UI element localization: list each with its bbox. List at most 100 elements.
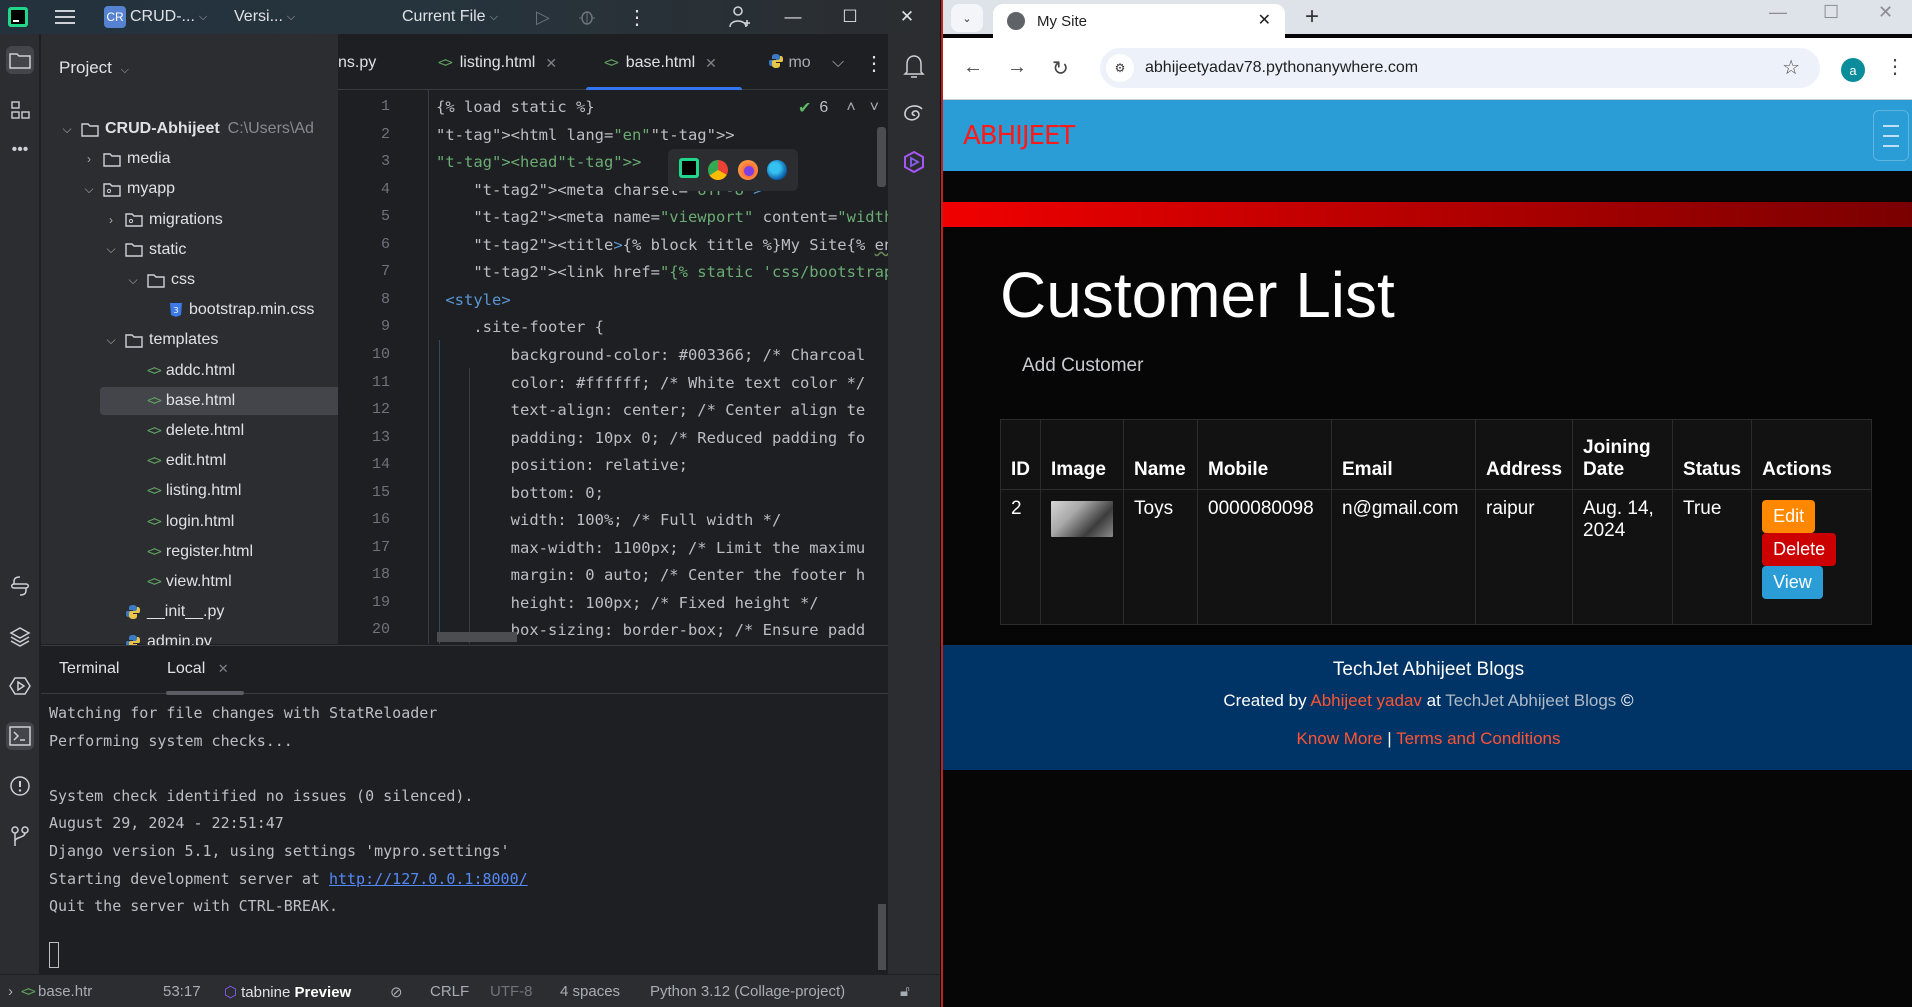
tree-item-bootstrap-min-css[interactable]: 3 bootstrap.min.css bbox=[147, 296, 314, 324]
maximize-button[interactable]: ☐ bbox=[827, 0, 873, 34]
edge-icon[interactable] bbox=[767, 160, 788, 180]
tab-list-dropdown[interactable]: ⌵ bbox=[832, 48, 844, 78]
terminal-scrollbar[interactable] bbox=[878, 904, 886, 970]
footer-org-link[interactable]: TechJet Abhijeet Blogs bbox=[1445, 691, 1616, 710]
git-icon[interactable] bbox=[6, 822, 34, 850]
reload-icon[interactable]: ↻ bbox=[1052, 56, 1069, 81]
previous-highlight-icon[interactable]: ˄ bbox=[846, 99, 855, 117]
browser-menu-icon[interactable]: ⋮ bbox=[1885, 54, 1905, 79]
tab-more-icon[interactable]: ⋮ bbox=[864, 48, 884, 78]
pycharm-browser-icon[interactable] bbox=[678, 157, 699, 183]
vcs-selector[interactable]: Versi... ⌵ bbox=[234, 0, 295, 34]
more-actions-icon[interactable]: ⋮ bbox=[627, 0, 647, 34]
tree-item-media[interactable]: › media bbox=[81, 145, 171, 173]
close-button[interactable]: ✕ bbox=[884, 0, 930, 34]
address-bar[interactable]: ⚙ abhijeetyadav78.pythonanywhere.com ☆ bbox=[1100, 48, 1820, 88]
project-selector[interactable]: CR CRUD-... ⌵ bbox=[104, 0, 207, 34]
terminal-tab-local[interactable]: Local ✕ bbox=[167, 660, 229, 678]
inspection-widget[interactable]: ✔ 6 ˄ ˅ bbox=[798, 98, 879, 118]
tree-item-addc-html[interactable]: <> addc.html bbox=[125, 357, 235, 385]
close-tab-icon[interactable]: ✕ bbox=[705, 55, 717, 72]
minimize-button[interactable]: — bbox=[1769, 2, 1787, 23]
back-arrow-icon[interactable]: ← bbox=[963, 56, 983, 79]
view-button[interactable]: View bbox=[1762, 566, 1823, 599]
minimize-button[interactable]: — bbox=[770, 0, 816, 34]
tree-item-register-html[interactable]: <> register.html bbox=[125, 538, 253, 566]
tree-item-css[interactable]: ⌵ css bbox=[125, 266, 195, 294]
close-tab-icon[interactable]: ✕ bbox=[218, 661, 229, 676]
editor-horizontal-scrollbar[interactable] bbox=[437, 632, 517, 642]
run-icon[interactable]: ▷ bbox=[536, 0, 550, 34]
python-console-icon[interactable] bbox=[6, 572, 34, 600]
terminal-icon[interactable] bbox=[6, 722, 34, 750]
close-tab-icon[interactable]: ✕ bbox=[1258, 10, 1271, 30]
tree-item-crud-abhijeet[interactable]: ⌵ CRUD-Abhijeet C:\Users\Ad bbox=[59, 115, 313, 143]
editor-vertical-scrollbar[interactable] bbox=[877, 127, 886, 187]
lock-open-icon[interactable]: 🔓︎ bbox=[900, 983, 910, 1000]
close-button[interactable]: ✕ bbox=[1878, 2, 1893, 23]
tree-item-templates[interactable]: ⌵ templates bbox=[103, 326, 218, 354]
chevron-down-icon[interactable]: ⌵ bbox=[81, 182, 97, 197]
tab-base-html[interactable]: <> base.html ✕ bbox=[604, 48, 717, 78]
problems-icon[interactable] bbox=[6, 772, 34, 800]
tree-item-listing-html[interactable]: <> listing.html bbox=[125, 477, 241, 505]
server-url-link[interactable]: http://127.0.0.1:8000/ bbox=[329, 870, 528, 888]
ai-assistant-spiral-icon[interactable] bbox=[900, 100, 928, 128]
chevron-down-icon[interactable]: ⌵ bbox=[125, 273, 141, 288]
tree-item-myapp[interactable]: ⌵ myapp bbox=[81, 175, 175, 203]
navigation-bar[interactable]: › <> base.htr bbox=[8, 983, 92, 1000]
run-config-selector[interactable]: Current File ⌵ bbox=[402, 0, 498, 34]
forward-arrow-icon[interactable]: → bbox=[1007, 56, 1027, 79]
project-folder-icon[interactable] bbox=[6, 46, 34, 74]
profile-avatar[interactable]: a bbox=[1841, 58, 1865, 82]
customer-photo[interactable] bbox=[1051, 501, 1113, 537]
tree-item-base-html[interactable]: <> base.html bbox=[125, 387, 235, 415]
tree-item-migrations[interactable]: › migrations bbox=[103, 206, 223, 234]
tree-item-static[interactable]: ⌵ static bbox=[103, 236, 186, 264]
chevron-down-icon[interactable]: ⌵ bbox=[103, 242, 119, 257]
tab-search-icon[interactable]: ⌄ bbox=[951, 4, 983, 32]
tree-item-view-html[interactable]: <> view.html bbox=[125, 568, 232, 596]
no-ai-icon[interactable]: ⊘ bbox=[390, 983, 403, 1001]
python-packages-icon[interactable] bbox=[6, 622, 34, 650]
tabnine-status[interactable]: ⬡ tabnine Preview bbox=[224, 983, 351, 1002]
navbar-toggler-icon[interactable] bbox=[1873, 110, 1909, 161]
terms-link[interactable]: Terms and Conditions bbox=[1396, 729, 1560, 748]
firefox-icon[interactable] bbox=[737, 160, 758, 180]
edit-button[interactable]: Edit bbox=[1762, 500, 1816, 533]
site-brand[interactable]: ABHIJEET bbox=[963, 121, 1075, 151]
tree-item--init-py[interactable]: __init__.py bbox=[103, 598, 224, 626]
next-highlight-icon[interactable]: ˅ bbox=[870, 99, 879, 117]
chevron-right-icon[interactable]: › bbox=[103, 213, 119, 227]
tree-item-delete-html[interactable]: <> delete.html bbox=[125, 417, 244, 445]
project-panel-title[interactable]: Project ⌵ bbox=[59, 58, 129, 78]
more-tools-icon[interactable]: ••• bbox=[6, 136, 34, 164]
tree-item-edit-html[interactable]: <> edit.html bbox=[125, 447, 226, 475]
structure-icon[interactable] bbox=[6, 96, 34, 124]
know-more-link[interactable]: Know More bbox=[1297, 729, 1383, 748]
browser-tab[interactable]: My Site ✕ bbox=[993, 4, 1285, 38]
services-icon[interactable] bbox=[6, 672, 34, 700]
pycharm-logo-icon[interactable] bbox=[8, 0, 28, 34]
code-editor[interactable]: 1 {% load static %} 2 "t-tag"><html lang="e… bbox=[338, 90, 888, 644]
caret-position[interactable]: 53:17 bbox=[163, 983, 201, 1000]
file-encoding[interactable]: UTF-8 bbox=[490, 983, 533, 1000]
chevron-down-icon[interactable]: ⌵ bbox=[103, 333, 119, 348]
line-ending[interactable]: CRLF bbox=[430, 983, 469, 1000]
bookmark-star-icon[interactable]: ☆ bbox=[1782, 55, 1800, 80]
footer-author-link[interactable]: Abhijeet yadav bbox=[1310, 691, 1422, 710]
notifications-bell-icon[interactable] bbox=[900, 52, 928, 80]
tab-mo[interactable]: mo bbox=[768, 48, 811, 78]
add-customer-link[interactable]: Add Customer bbox=[1022, 355, 1143, 377]
tabnine-icon[interactable] bbox=[900, 148, 928, 176]
add-user-icon[interactable] bbox=[728, 0, 750, 34]
python-interpreter[interactable]: Python 3.12 (Collage-project) bbox=[650, 983, 845, 1000]
delete-button[interactable]: Delete bbox=[1762, 533, 1837, 566]
tree-item-login-html[interactable]: <> login.html bbox=[125, 508, 234, 536]
maximize-button[interactable]: ☐ bbox=[1823, 2, 1839, 23]
main-menu-icon[interactable] bbox=[55, 0, 75, 34]
chevron-down-icon[interactable]: ⌵ bbox=[59, 122, 75, 137]
debug-icon[interactable] bbox=[578, 0, 596, 34]
tab-listing-html[interactable]: <> listing.html ✕ bbox=[438, 48, 557, 78]
site-info-icon[interactable]: ⚙ bbox=[1106, 54, 1134, 82]
